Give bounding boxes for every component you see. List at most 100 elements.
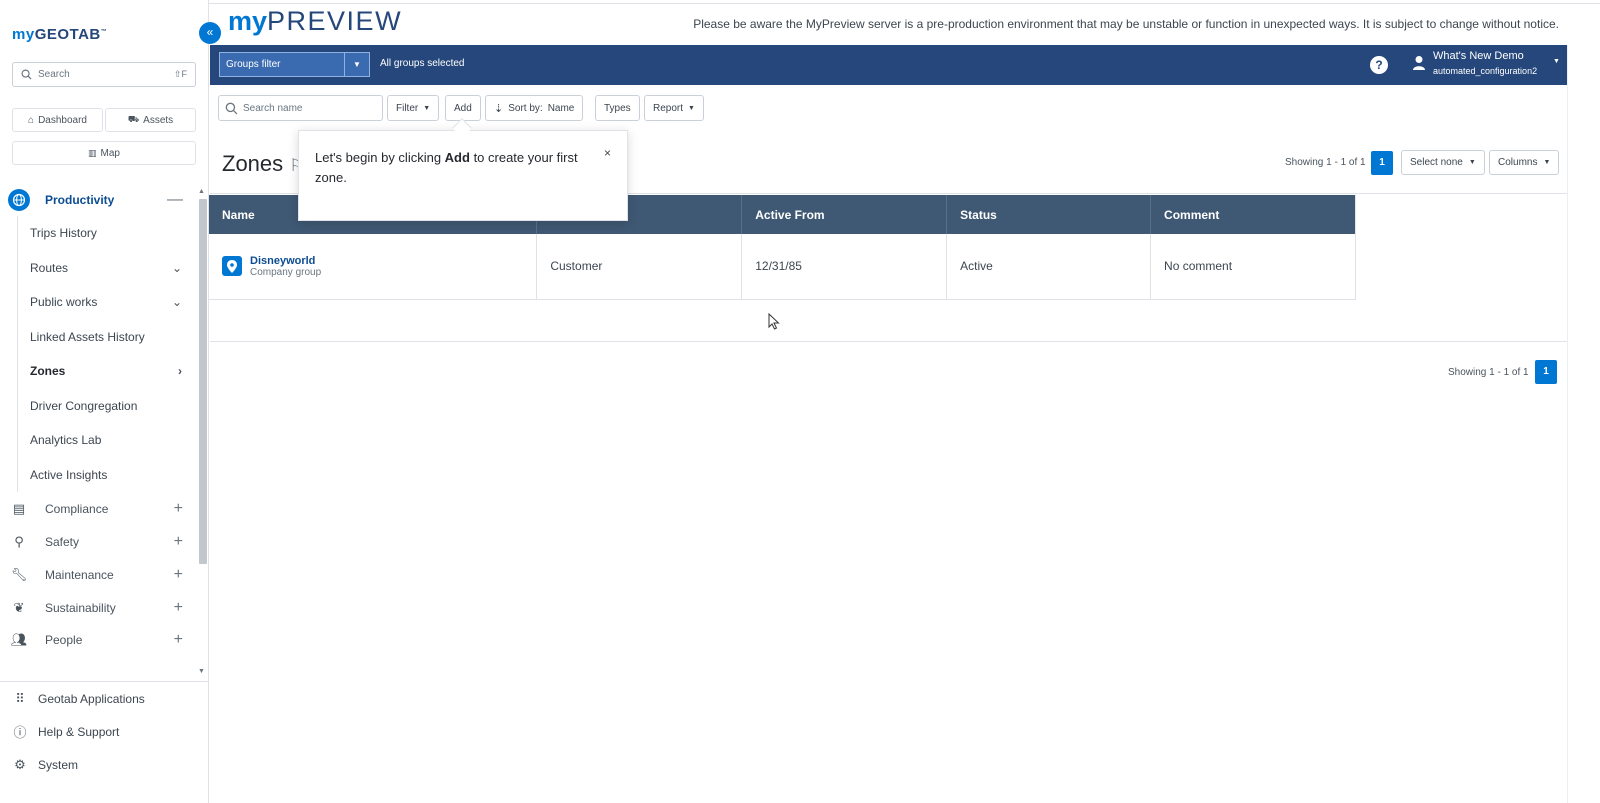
map-pin-icon — [222, 256, 242, 277]
sidebar-item-routes[interactable]: Routes ⌄ — [18, 251, 190, 286]
column-header-status[interactable]: Status — [946, 195, 1152, 234]
add-button[interactable]: Add — [445, 95, 481, 121]
sidebar-item-zones[interactable]: Zones › — [18, 354, 190, 389]
cell-status: Active — [946, 234, 1152, 300]
page-1-button-top[interactable]: 1 — [1371, 151, 1393, 175]
filter-button[interactable]: Filter ▼ — [387, 95, 440, 121]
section-safety[interactable]: ⚲ Safety + — [8, 530, 183, 554]
dashboard-button[interactable]: ⌂ Dashboard — [12, 108, 103, 132]
sidebar-item-label: Public works — [30, 295, 98, 310]
caret-down-icon: ▼ — [423, 104, 431, 112]
nav-scroll-up[interactable]: ▲ — [198, 188, 205, 195]
leaf-icon: ❦ — [13, 600, 25, 615]
chevron-down-icon[interactable]: ⌄ — [172, 295, 182, 309]
sidebar-item-active-insights[interactable]: Active Insights — [18, 458, 190, 493]
zone-name-link[interactable]: Disneyworld — [250, 255, 321, 267]
user-menu-caret-icon[interactable]: ▼ — [1553, 58, 1560, 65]
onboarding-tooltip: Let's begin by clicking Add to create yo… — [298, 130, 628, 221]
tooltip-text-add: Add — [444, 150, 470, 165]
caret-down-icon: ▼ — [1468, 159, 1476, 166]
assets-button[interactable]: ⛟ Assets — [105, 108, 196, 132]
sidebar-item-trips-history[interactable]: Trips History — [18, 216, 190, 251]
sort-label: Sort by: — [508, 102, 543, 114]
cell-active-from: 12/31/85 — [741, 234, 948, 300]
map-button[interactable]: ▥ Map — [12, 141, 196, 165]
sort-value: Name — [547, 102, 575, 114]
sidebar-item-label: Routes — [30, 260, 69, 275]
report-button[interactable]: Report ▼ — [644, 95, 704, 121]
expand-icon[interactable]: + — [174, 533, 183, 551]
page-1-button-bottom[interactable]: 1 — [1535, 360, 1557, 384]
nav-scrollbar-thumb[interactable] — [199, 199, 207, 564]
sidebar: myGEOTAB™ Search ⇧F ⌂ Dashboard ⛟ Assets… — [0, 0, 209, 803]
page-title-text: Zones — [222, 151, 284, 176]
section-sustainability[interactable]: ❦ Sustainability + — [8, 596, 183, 620]
maintenance-label: Maintenance — [45, 568, 114, 582]
section-productivity[interactable]: Productivity — — [8, 188, 183, 212]
mouse-cursor-icon — [768, 313, 780, 330]
table-bottom-divider — [210, 341, 1567, 342]
sidebar-search-input[interactable]: Search ⇧F — [12, 62, 196, 87]
geotab-applications-link[interactable]: ⠿ Geotab Applications — [0, 682, 209, 715]
logo-tm: ™ — [100, 29, 108, 35]
collapse-icon[interactable]: — — [167, 191, 183, 209]
search-icon — [225, 102, 238, 114]
section-people[interactable]: 👥︎ People + — [8, 628, 183, 652]
chevron-right-icon[interactable]: › — [178, 364, 182, 378]
page-scrollbar[interactable] — [1567, 45, 1568, 803]
help-button[interactable]: ? — [1370, 56, 1388, 74]
showing-count-top: Showing 1 - 1 of 1 — [1285, 157, 1366, 168]
map-icon: ▥ — [88, 147, 97, 158]
nav-scroll-down[interactable]: ▼ — [198, 668, 205, 675]
user-database[interactable]: automated_configuration2 — [1433, 66, 1537, 76]
truck-icon: ⛟ — [127, 114, 140, 124]
table-row[interactable]: Disneyworld Company group Customer 12/31… — [209, 234, 1356, 300]
groups-filter-dropdown[interactable]: ▼ — [344, 52, 370, 77]
system-link[interactable]: ⚙ System — [0, 748, 209, 781]
sidebar-item-analytics-lab[interactable]: Analytics Lab — [18, 423, 190, 458]
cell-name: Disneyworld Company group — [209, 234, 538, 300]
sidebar-search-placeholder: Search — [38, 69, 70, 80]
user-name[interactable]: What's New Demo — [1433, 50, 1524, 62]
map-label: Map — [100, 147, 120, 159]
sidebar-item-public-works[interactable]: Public works ⌄ — [18, 285, 190, 320]
sidebar-item-label: Analytics Lab — [30, 433, 102, 448]
types-button[interactable]: Types — [595, 95, 640, 121]
sidebar-item-linked-assets-history[interactable]: Linked Assets History — [18, 320, 190, 355]
geotab-applications-label: Geotab Applications — [38, 691, 145, 706]
columns-button[interactable]: Columns ▼ — [1489, 150, 1560, 175]
double-chevron-left-icon: « — [206, 25, 214, 39]
close-icon[interactable]: × — [604, 143, 611, 163]
columns-label: Columns — [1498, 157, 1538, 168]
logo-my: my — [12, 26, 35, 43]
column-header-comment[interactable]: Comment — [1150, 195, 1356, 234]
collapse-sidebar-button[interactable]: « — [199, 22, 221, 44]
filter-label: Filter — [396, 102, 419, 114]
zone-group: Company group — [250, 266, 322, 278]
assets-label: Assets — [143, 114, 174, 126]
apps-grid-icon: ⠿ — [15, 690, 25, 706]
top-border — [209, 3, 1600, 4]
sidebar-item-driver-congregation[interactable]: Driver Congregation — [18, 389, 190, 424]
sidebar-item-label: Trips History — [30, 226, 97, 241]
expand-icon[interactable]: + — [174, 566, 183, 584]
select-none-button[interactable]: Select none ▼ — [1401, 150, 1485, 175]
expand-icon[interactable]: + — [174, 631, 183, 649]
search-name-input[interactable]: Search name — [218, 95, 383, 121]
mygeotab-logo[interactable]: myGEOTAB™ — [12, 26, 107, 43]
expand-icon[interactable]: + — [174, 599, 183, 617]
column-header-active-from[interactable]: Active From — [741, 195, 948, 234]
chevron-down-icon[interactable]: ⌄ — [172, 261, 182, 275]
header-bar: Groups filter ▼ All groups selected ? Wh… — [210, 45, 1567, 85]
sidebar-item-label: Zones — [30, 364, 66, 379]
zone-name-cell: Disneyworld Company group — [222, 255, 523, 278]
section-maintenance[interactable]: 🔧︎ Maintenance + — [8, 563, 183, 587]
sort-button[interactable]: ⇣ Sort by: Name — [485, 95, 584, 121]
caret-down-icon: ▼ — [353, 60, 361, 69]
showing-count-bottom: Showing 1 - 1 of 1 — [1448, 367, 1529, 378]
help-support-link[interactable]: ⓘ Help & Support — [0, 715, 209, 748]
section-compliance[interactable]: ▤ Compliance + — [8, 497, 183, 521]
expand-icon[interactable]: + — [174, 500, 183, 518]
globe-icon — [8, 189, 30, 211]
user-icon[interactable] — [1413, 55, 1425, 71]
